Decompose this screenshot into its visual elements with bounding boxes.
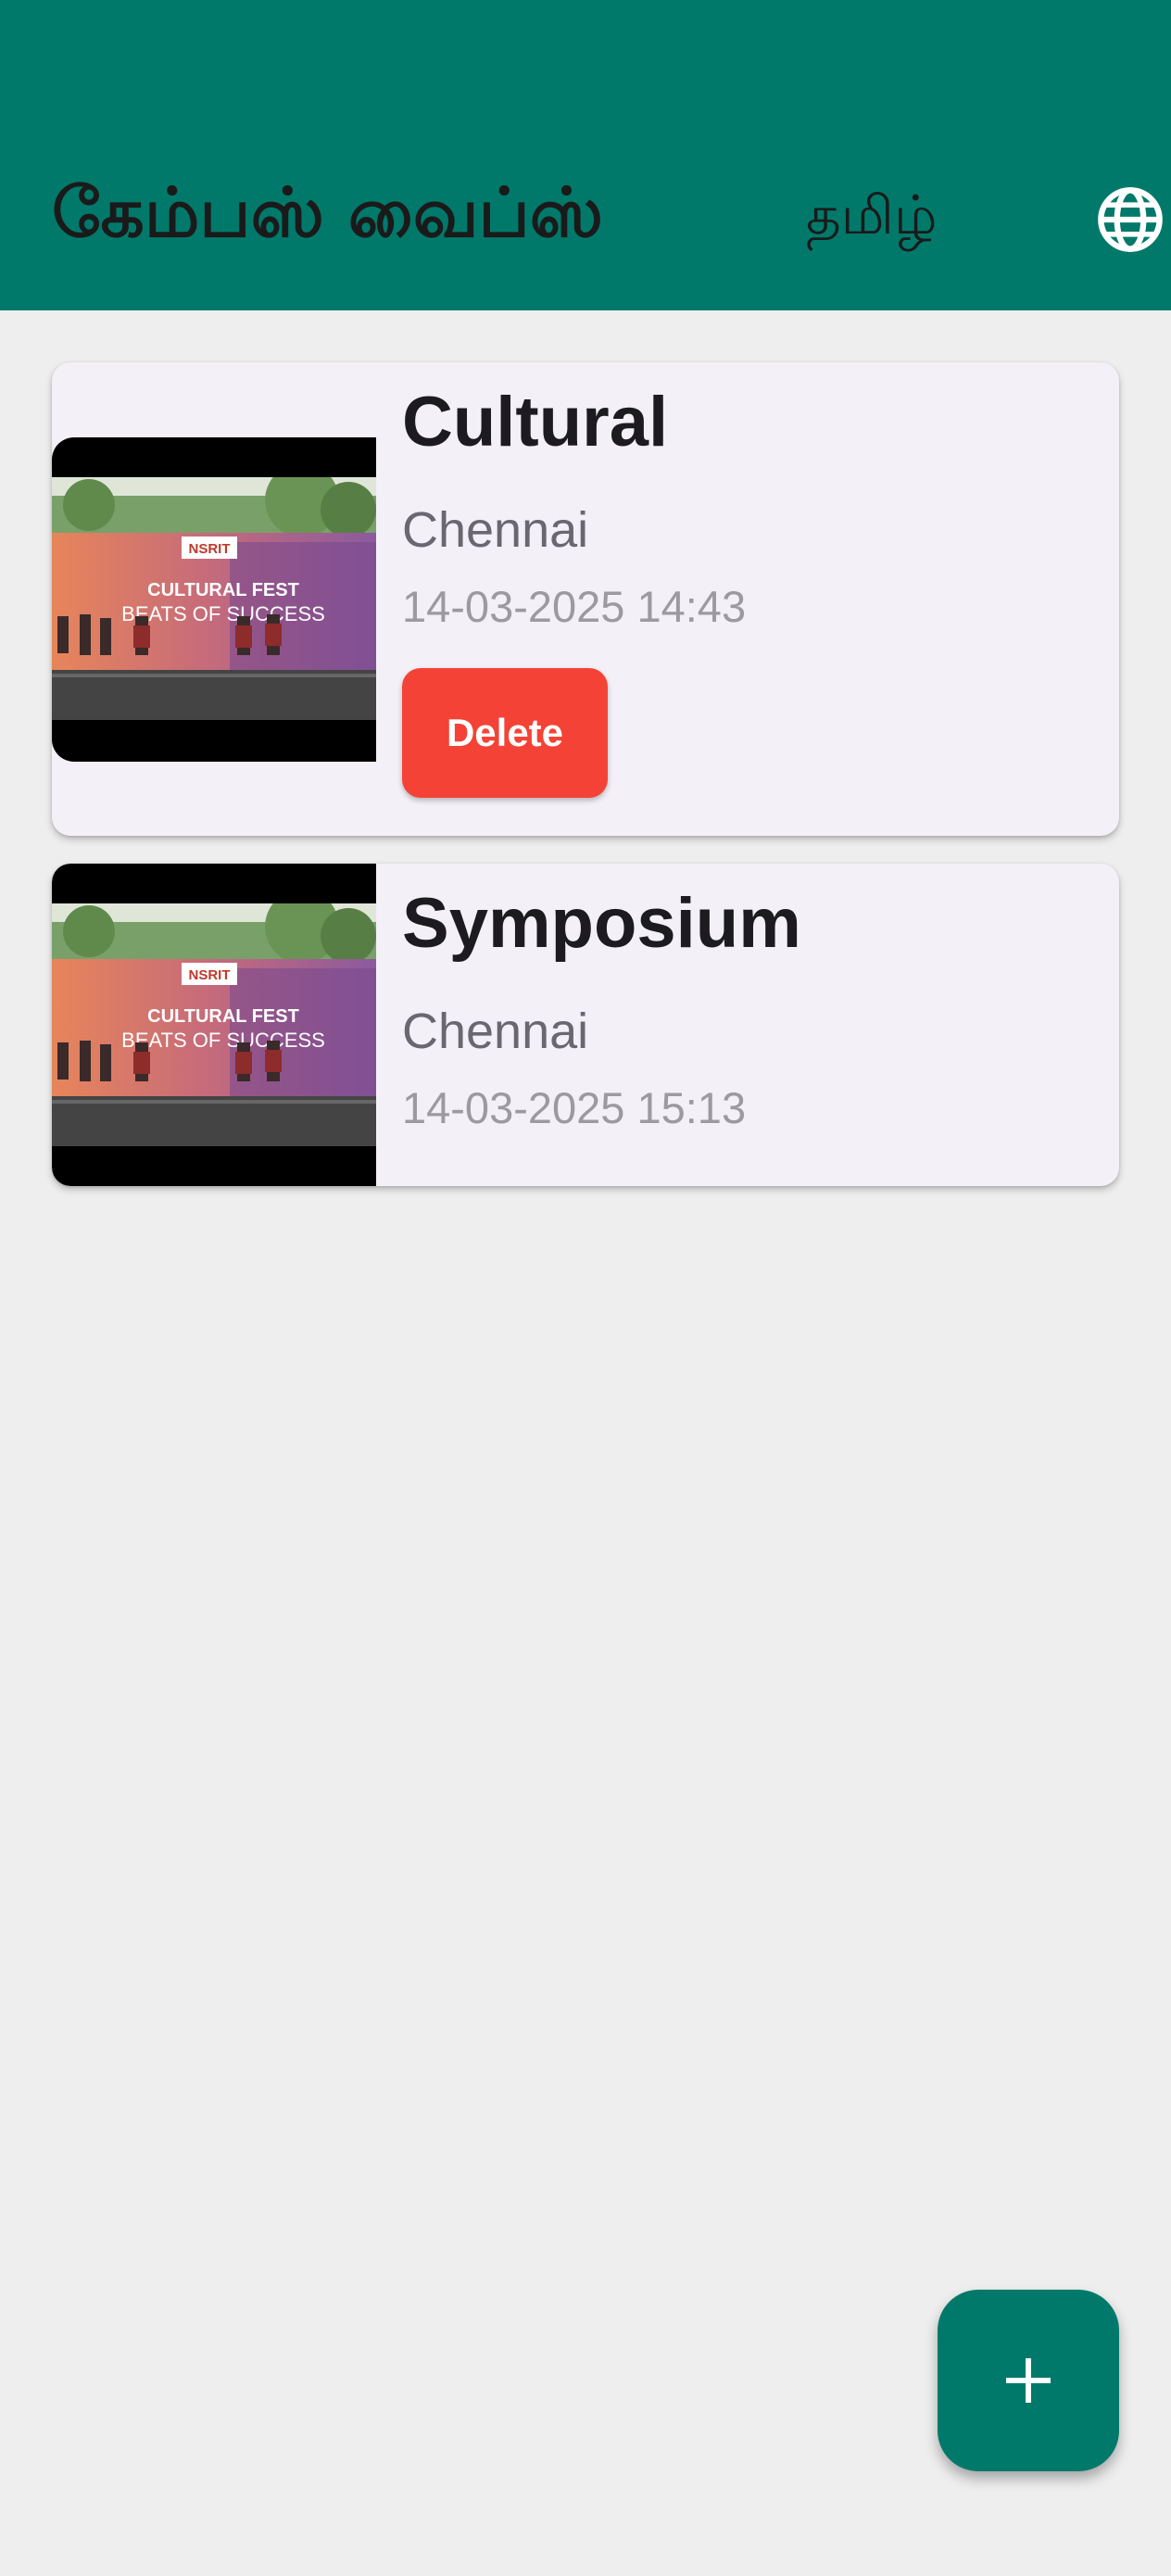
plus-icon xyxy=(1006,2358,1051,2403)
thumbnail-banner-line2: BEATS OF SUCCESS xyxy=(121,1029,325,1052)
thumbnail-banner-line1: CULTURAL FEST xyxy=(147,580,299,600)
event-location: Chennai xyxy=(402,502,589,558)
event-card[interactable]: NSRIT CULTURAL FEST BEATS OF SUCCESS Cul… xyxy=(52,362,1119,836)
event-location: Chennai xyxy=(402,1004,589,1059)
thumbnail-banner-line1: CULTURAL FEST xyxy=(147,1006,299,1027)
delete-button[interactable]: Delete xyxy=(402,668,608,798)
event-datetime: 14-03-2025 14:43 xyxy=(402,582,747,631)
thumbnail-logo-text: NSRIT xyxy=(189,967,231,983)
language-label[interactable]: தமிழ் xyxy=(806,178,938,252)
event-card[interactable]: NSRIT CULTURAL FEST BEATS OF SUCCESS Sym… xyxy=(52,864,1119,1186)
add-event-button[interactable] xyxy=(938,2290,1119,2471)
thumbnail-banner-line2: BEATS OF SUCCESS xyxy=(121,602,325,625)
event-thumbnail: NSRIT CULTURAL FEST BEATS OF SUCCESS xyxy=(52,437,376,762)
event-title: Cultural xyxy=(402,383,669,461)
event-photo: NSRIT CULTURAL FEST BEATS OF SUCCESS xyxy=(52,903,376,1146)
globe-icon[interactable] xyxy=(1095,184,1165,255)
app-bar: கேம்பஸ் வைப்ஸ் தமிழ் xyxy=(0,0,1171,310)
thumbnail-logo-text: NSRIT xyxy=(189,541,231,557)
event-thumbnail: NSRIT CULTURAL FEST BEATS OF SUCCESS xyxy=(52,864,376,1186)
event-title: Symposium xyxy=(402,884,801,963)
event-datetime: 14-03-2025 15:13 xyxy=(402,1083,747,1132)
app-title: கேம்பஸ் வைப்ஸ் xyxy=(52,173,604,253)
event-photo: NSRIT CULTURAL FEST BEATS OF SUCCESS xyxy=(52,477,376,720)
